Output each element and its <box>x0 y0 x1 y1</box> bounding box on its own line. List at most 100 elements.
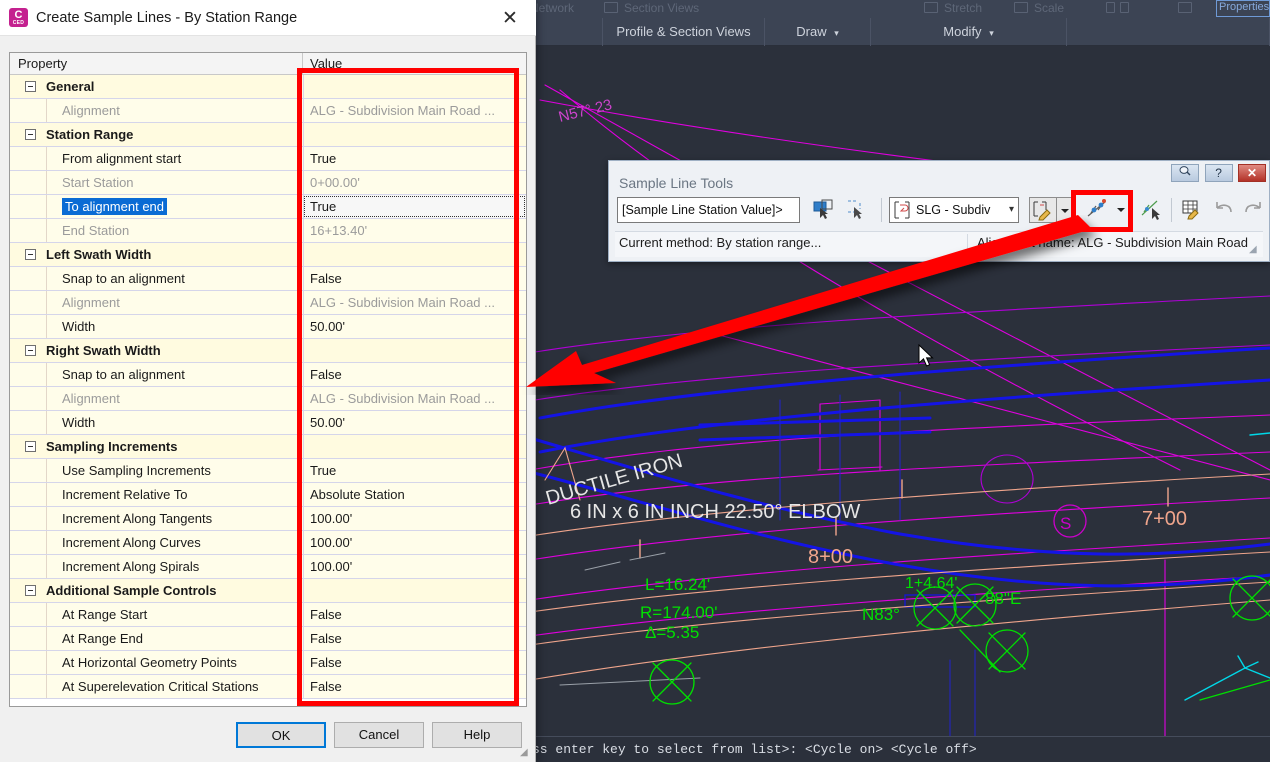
column-header-property: Property <box>18 56 68 71</box>
property-value-cell[interactable]: 50.00' <box>303 411 526 434</box>
property-value-cell[interactable]: 100.00' <box>303 555 526 578</box>
ribbon-panel-extra[interactable] <box>1066 18 1270 46</box>
property-category-row[interactable]: Left Swath Width <box>10 243 526 267</box>
pin-glyph <box>1179 166 1191 176</box>
array-icon-2 <box>1120 2 1129 13</box>
edit-group-dropdown-arrow[interactable] <box>1056 197 1072 223</box>
ribbon-panel-profile-section-views[interactable]: Profile & Section Views <box>602 18 764 46</box>
ribbon-properties-button[interactable]: Properties <box>1216 0 1270 17</box>
property-row[interactable]: Alignment ALG - Subdivision Main Road ... <box>10 99 526 123</box>
property-name-label: Width <box>62 415 96 430</box>
property-category-row[interactable]: General <box>10 75 526 99</box>
property-row[interactable]: At Horizontal Geometry Points False <box>10 651 526 675</box>
property-row[interactable]: Increment Along Spirals 100.00' <box>10 555 526 579</box>
property-value-cell[interactable]: ALG - Subdivision Main Road ... <box>303 387 526 410</box>
property-row[interactable]: Alignment ALG - Subdivision Main Road ... <box>10 387 526 411</box>
property-value-cell[interactable]: 100.00' <box>303 531 526 554</box>
status-alignment-name: Alignment name: ALG - Subdivision Main R… <box>977 235 1248 250</box>
sample-line-tools-palette[interactable]: Sample Line Tools ? ✕ [Sample Line Stati… <box>608 160 1270 262</box>
property-value-cell[interactable]: ALG - Subdivision Main Road ... <box>303 99 526 122</box>
sample-line-group-combo[interactable]: SLG - Subdiv ▾ <box>889 197 1019 223</box>
property-row[interactable]: Snap to an alignment False <box>10 267 526 291</box>
property-category-row[interactable]: Station Range <box>10 123 526 147</box>
pin-icon[interactable] <box>1171 164 1200 182</box>
property-value-cell[interactable]: True <box>303 195 526 218</box>
property-value-cell[interactable]: False <box>303 363 526 386</box>
column-divider[interactable] <box>302 53 303 74</box>
property-value-cell[interactable] <box>303 579 526 602</box>
resize-grip-icon[interactable]: ◢ <box>520 747 532 759</box>
property-row[interactable]: At Range End False <box>10 627 526 651</box>
property-value-cell[interactable]: False <box>303 267 526 290</box>
property-row[interactable]: Start Station 0+00.00' <box>10 171 526 195</box>
property-value-cell[interactable] <box>303 435 526 458</box>
creation-methods-dropdown-arrow[interactable] <box>1113 197 1129 223</box>
property-value-cell[interactable] <box>303 75 526 98</box>
property-row[interactable]: Increment Relative To Absolute Station <box>10 483 526 507</box>
station-value-input[interactable]: [Sample Line Station Value]> <box>617 197 800 223</box>
edit-sample-line-table-icon[interactable] <box>1179 197 1207 223</box>
property-row[interactable]: Use Sampling Increments True <box>10 459 526 483</box>
property-row[interactable]: End Station 16+13.40' <box>10 219 526 243</box>
property-value-cell[interactable] <box>303 243 526 266</box>
create-sample-lines-dialog[interactable]: C CED Create Sample Lines - By Station Ra… <box>0 0 536 762</box>
pick-sample-line-group-icon[interactable] <box>843 197 871 223</box>
property-category-row[interactable]: Sampling Increments <box>10 435 526 459</box>
dialog-title-bar[interactable]: C CED Create Sample Lines - By Station Ra… <box>0 0 536 36</box>
cancel-button[interactable]: Cancel <box>334 722 424 748</box>
undo-icon[interactable] <box>1211 197 1239 223</box>
property-value-cell[interactable] <box>303 123 526 146</box>
ribbon-panel-modify[interactable]: Modify ▾ <box>870 18 1066 46</box>
redo-icon[interactable] <box>1241 197 1269 223</box>
select-alignment-icon[interactable] <box>811 197 839 223</box>
resize-grip-icon[interactable]: ◢ <box>1249 244 1261 256</box>
property-grid[interactable]: Property Value General Alignment ALG - Sub… <box>9 52 527 707</box>
edit-sample-line-group-icon[interactable] <box>1029 197 1057 223</box>
property-row[interactable]: From alignment start True <box>10 147 526 171</box>
help-button[interactable]: Help <box>432 722 522 748</box>
property-name-cell: Increment Along Curves <box>10 531 302 554</box>
property-value-cell[interactable]: 16+13.40' <box>303 219 526 242</box>
select-sample-line-icon[interactable] <box>1139 197 1167 223</box>
property-row[interactable]: Snap to an alignment False <box>10 363 526 387</box>
close-icon[interactable]: ✕ <box>1238 164 1266 182</box>
sample-line-tools-title: Sample Line Tools <box>619 175 734 191</box>
property-value-cell[interactable]: 50.00' <box>303 315 526 338</box>
ok-button[interactable]: OK <box>236 722 326 748</box>
chevron-down-icon[interactable]: ▾ <box>834 28 839 38</box>
property-row[interactable]: Increment Along Curves 100.00' <box>10 531 526 555</box>
ribbon-panel-draw[interactable]: Draw ▾ <box>764 18 870 46</box>
property-row[interactable]: Alignment ALG - Subdivision Main Road ... <box>10 291 526 315</box>
property-value-cell[interactable]: Absolute Station <box>303 483 526 506</box>
scale-icon <box>1014 2 1028 13</box>
property-value-cell[interactable]: True <box>303 147 526 170</box>
close-icon[interactable]: ✕ <box>490 4 530 32</box>
property-value-cell[interactable]: False <box>303 627 526 650</box>
property-value-cell[interactable]: ALG - Subdivision Main Road ... <box>303 291 526 314</box>
property-value-cell[interactable]: True <box>303 459 526 482</box>
property-value-cell[interactable] <box>303 339 526 362</box>
property-category-row[interactable]: Right Swath Width <box>10 339 526 363</box>
help-icon[interactable]: ? <box>1204 164 1233 182</box>
property-value-cell[interactable]: False <box>303 651 526 674</box>
property-name-label: Use Sampling Increments <box>62 463 211 478</box>
property-row[interactable]: To alignment end True <box>10 195 526 219</box>
property-value-cell[interactable]: 100.00' <box>303 507 526 530</box>
property-value-cell[interactable]: False <box>303 675 526 698</box>
chevron-down-icon[interactable]: ▾ <box>1009 198 1014 222</box>
property-row[interactable]: At Range Start False <box>10 603 526 627</box>
chevron-down-icon[interactable]: ▾ <box>989 28 994 38</box>
redo-glyph <box>1245 202 1261 213</box>
property-row[interactable]: At Superelevation Critical Stations False <box>10 675 526 699</box>
sample-line-creation-methods-icon[interactable] <box>1085 197 1113 223</box>
property-row[interactable]: Width 50.00' <box>10 315 526 339</box>
property-row[interactable]: Increment Along Tangents 100.00' <box>10 507 526 531</box>
property-value-cell[interactable]: False <box>303 603 526 626</box>
command-line[interactable]: ss enter key to select from list>: <Cycl… <box>528 736 1270 762</box>
property-row[interactable]: Width 50.00' <box>10 411 526 435</box>
property-value-cell[interactable]: 0+00.00' <box>303 171 526 194</box>
property-name-label: Snap to an alignment <box>62 367 185 382</box>
property-category-row[interactable]: Additional Sample Controls <box>10 579 526 603</box>
property-name-label: Right Swath Width <box>46 343 161 358</box>
property-name-label: Additional Sample Controls <box>46 583 217 598</box>
